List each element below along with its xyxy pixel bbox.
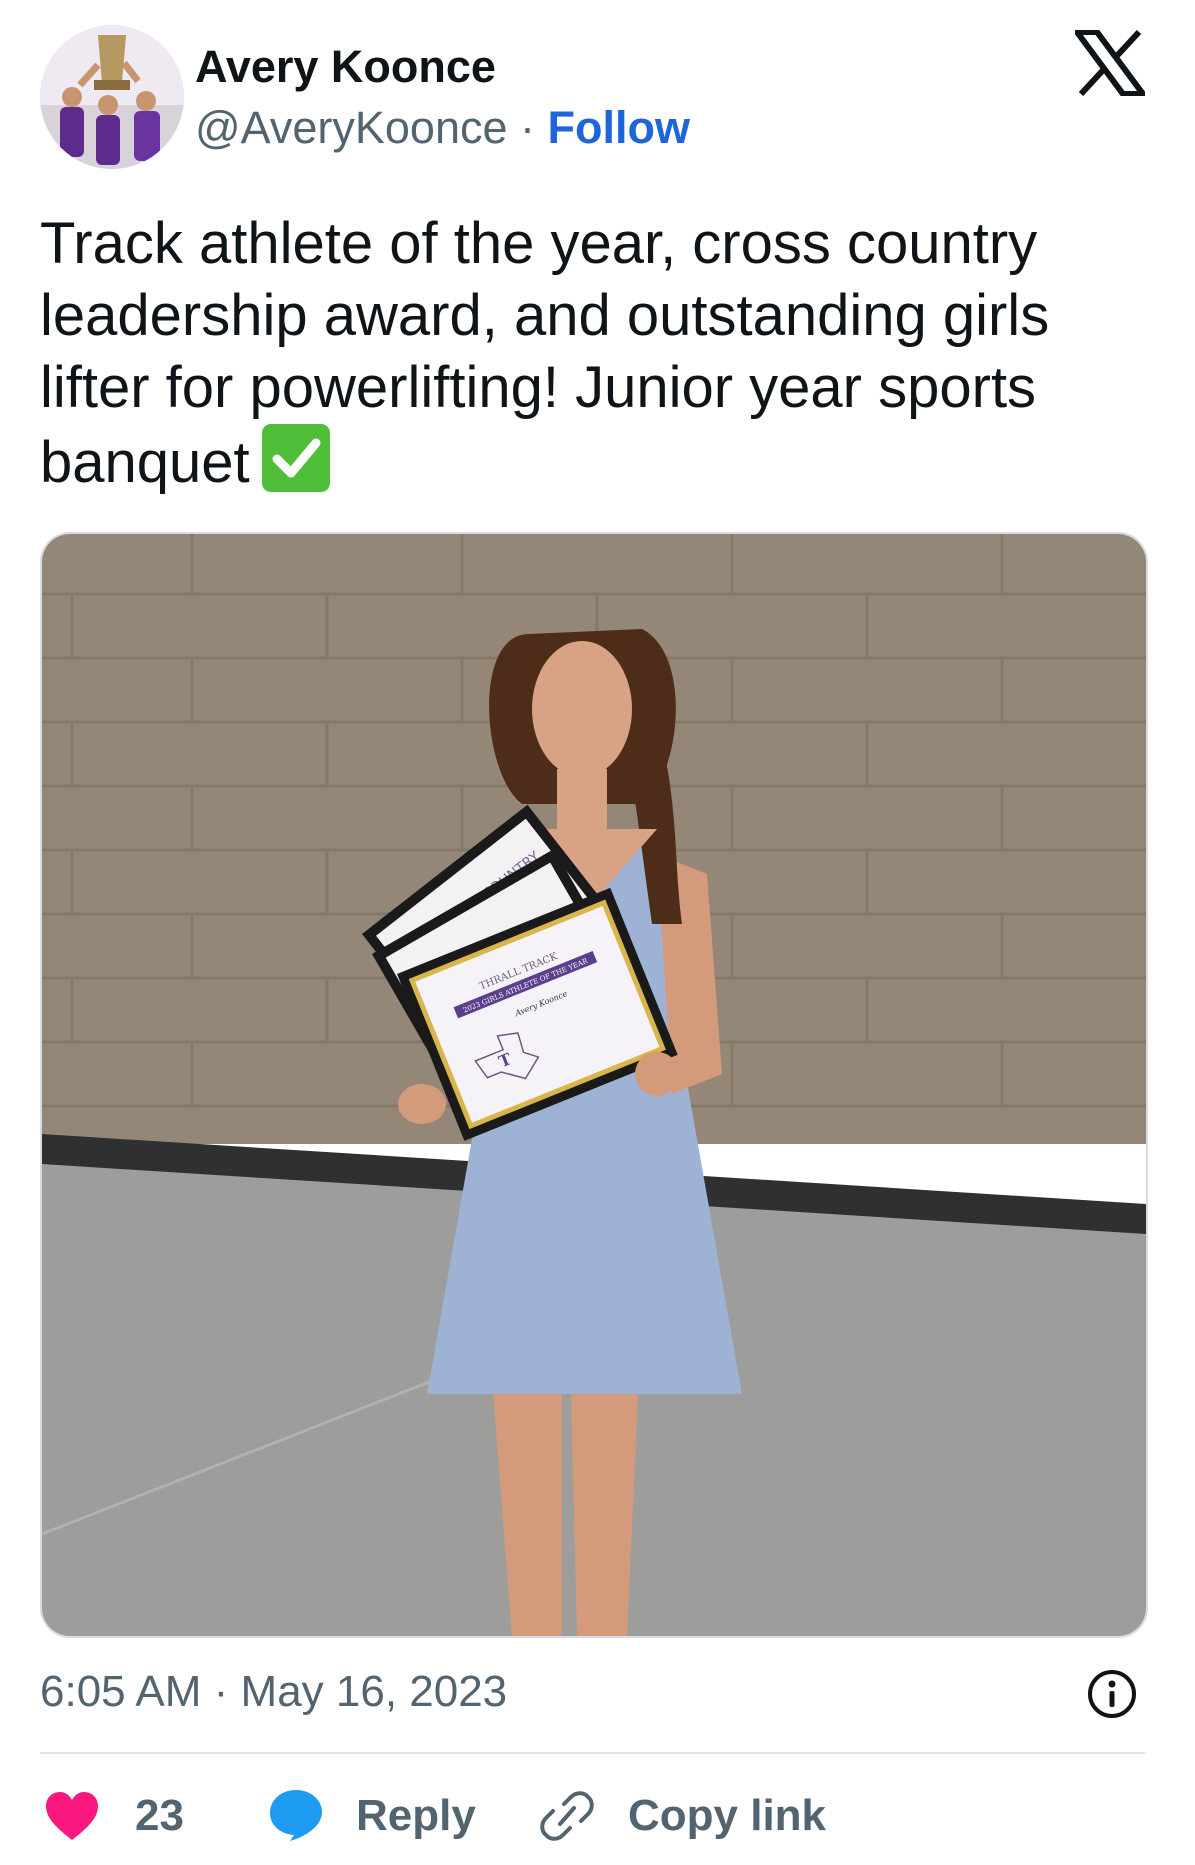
divider (40, 1752, 1145, 1754)
copy-link-button[interactable]: Copy link (540, 1786, 860, 1846)
link-icon (540, 1791, 594, 1841)
author-handle[interactable]: @AveryKoonce (195, 102, 508, 153)
photo-scene: COUNTRY THRALL TRACK 2023 GIRLS ATHLETE … (42, 534, 1146, 1636)
tweet-text: Track athlete of the year, cross country… (40, 208, 1150, 499)
x-logo-icon[interactable] (1071, 29, 1149, 97)
avatar[interactable] (40, 25, 184, 169)
reply-bubble-icon (270, 1790, 322, 1841)
tweet-timestamp[interactable]: 6:05 AM · May 16, 2023 (40, 1667, 507, 1717)
info-icon[interactable] (1086, 1668, 1138, 1720)
reply-button[interactable]: Reply (268, 1786, 488, 1846)
like-count: 23 (135, 1791, 184, 1840)
copy-link-label: Copy link (628, 1791, 827, 1840)
handle-row: @AveryKoonce · Follow (195, 103, 690, 153)
handle-separator: · (507, 102, 548, 153)
author-name[interactable]: Avery Koonce (195, 42, 496, 92)
heart-icon (46, 1792, 98, 1840)
tweet-body: Track athlete of the year, cross country… (40, 211, 1050, 495)
tweet-photo[interactable]: COUNTRY THRALL TRACK 2023 GIRLS ATHLETE … (40, 532, 1148, 1638)
check-mark-button-icon (261, 424, 330, 492)
avatar-image (40, 25, 184, 169)
reply-label: Reply (356, 1791, 476, 1840)
follow-button[interactable]: Follow (548, 102, 690, 153)
